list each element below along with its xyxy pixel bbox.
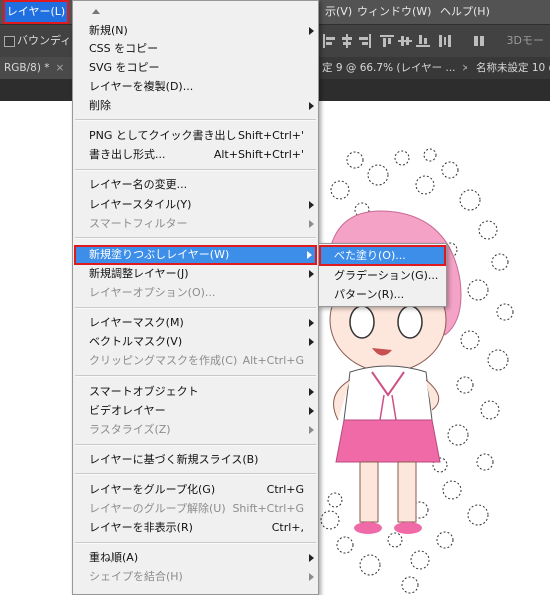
menu-view-partial[interactable]: 示(V): [325, 0, 352, 24]
menu-item-new-layer-based-slice[interactable]: レイヤーに基づく新規スライス(B): [73, 451, 318, 469]
tab-document-1[interactable]: RGB/8) * ×: [0, 57, 76, 79]
menu-item-delete[interactable]: 削除: [73, 97, 318, 115]
submenu-arrow-icon: [309, 573, 314, 581]
submenu-arrow-icon: [309, 388, 314, 396]
menu-separator: [75, 375, 316, 377]
submenu-arrow-icon: [309, 201, 314, 209]
submenu-arrow-icon: [309, 319, 314, 327]
menu-separator: [75, 169, 316, 171]
menu-item-layer-options: レイヤーオプション(O)...: [89, 286, 216, 299]
auto-align-icon[interactable]: [472, 34, 486, 48]
bounding-checkbox[interactable]: [4, 36, 15, 47]
menu-item-create-clipping-mask: クリッピングマスクを作成(C) Alt+Ctrl+G: [89, 354, 304, 367]
menu-item-smart-object[interactable]: スマートオブジェクト: [73, 383, 318, 401]
menu-item-rename-layer[interactable]: レイヤー名の変更...: [73, 176, 318, 194]
menu-separator: [75, 542, 316, 544]
menu-item-quick-export-png[interactable]: PNG としてクイック書き出し Shift+Ctrl+': [73, 127, 318, 145]
submenu-arrow-icon: [309, 554, 314, 562]
menu-item-smart-filter: スマートフィルター: [73, 215, 318, 233]
menu-item-export-as[interactable]: 書き出し形式... Alt+Shift+Ctrl+': [73, 146, 318, 164]
submenu-arrow-icon: [309, 407, 314, 415]
submenu-arrow-icon: [309, 220, 314, 228]
close-icon[interactable]: ×: [462, 62, 467, 74]
3d-mode-label[interactable]: 3Dモー: [507, 32, 544, 48]
tab-document-3[interactable]: 名称未設定 10 @: [470, 57, 550, 79]
tab-document-2-label: 定 9 @ 66.7% (レイヤー ...: [322, 62, 456, 74]
tab-document-1-label: RGB/8) *: [4, 62, 50, 74]
fill-layer-submenu: べた塗り(O)... グラデーション(G)... パターン(R)...: [318, 243, 447, 307]
submenu-arrow-icon: [309, 102, 314, 110]
menu-separator: [75, 237, 316, 239]
menu-item-new-fill-layer[interactable]: 新規塗りつぶしレイヤー(W): [74, 245, 317, 265]
menu-item-ungroup-layers: レイヤーのグループ解除(U) Shift+Ctrl+G: [89, 502, 304, 515]
menu-layer[interactable]: レイヤー(L): [3, 0, 69, 24]
distribute-bottom-icon[interactable]: [416, 34, 430, 48]
submenu-arrow-icon: [307, 251, 312, 259]
menu-item-arrange[interactable]: 重ね順(A): [73, 549, 318, 567]
menu-item-rasterize: ラスタライズ(Z): [73, 421, 318, 439]
menu-item-layer-style[interactable]: レイヤースタイル(Y): [73, 196, 318, 214]
menu-item-video-layer[interactable]: ビデオレイヤー: [73, 402, 318, 420]
distribute-spacing-icon[interactable]: [438, 34, 452, 48]
menu-item-layer-mask[interactable]: レイヤーマスク(M): [73, 314, 318, 332]
menu-separator: [75, 473, 316, 475]
distribute-middle-icon[interactable]: [398, 34, 412, 48]
submenu-arrow-icon: [309, 270, 314, 278]
menu-item-copy-svg[interactable]: SVG をコピー: [73, 59, 318, 77]
menu-item-new-adjustment-layer[interactable]: 新規調整レイヤー(J): [73, 265, 318, 283]
menu-item-duplicate-layer[interactable]: レイヤーを複製(D)...: [73, 78, 318, 96]
menu-item-hide-layers[interactable]: レイヤーを非表示(R) Ctrl+,: [73, 519, 318, 537]
align-left-icon[interactable]: [322, 34, 336, 48]
layer-menu-dropdown: 新規(N) CSS をコピー SVG をコピー レイヤーを複製(D)... 削除…: [72, 0, 319, 595]
menu-separator: [75, 119, 316, 121]
menu-item-combine-shapes: シェイプを結合(H): [73, 568, 318, 586]
submenu-arrow-icon: [309, 338, 314, 346]
distribute-top-icon[interactable]: [380, 34, 394, 48]
close-icon[interactable]: ×: [56, 62, 65, 74]
submenu-item-solid-color[interactable]: べた塗り(O)...: [319, 245, 446, 266]
tab-document-2[interactable]: 定 9 @ 66.7% (レイヤー ... ×: [318, 57, 467, 79]
submenu-item-pattern[interactable]: パターン(R)...: [320, 285, 445, 304]
menu-help[interactable]: ヘルプ(H): [440, 0, 490, 24]
menu-item-new[interactable]: 新規(N): [73, 22, 318, 40]
submenu-arrow-icon: [309, 426, 314, 434]
tab-document-3-label: 名称未設定 10 @: [476, 62, 550, 74]
submenu-item-gradient[interactable]: グラデーション(G)...: [320, 266, 445, 285]
menu-window[interactable]: ウィンドウ(W): [357, 0, 431, 24]
align-center-icon[interactable]: [340, 34, 354, 48]
menu-item-vector-mask[interactable]: ベクトルマスク(V): [73, 333, 318, 351]
align-right-icon[interactable]: [358, 34, 372, 48]
scroll-up-icon[interactable]: [92, 9, 100, 14]
menu-separator: [75, 307, 316, 309]
submenu-arrow-icon: [309, 27, 314, 35]
menu-item-copy-css[interactable]: CSS をコピー: [73, 40, 318, 58]
menu-separator: [75, 444, 316, 446]
menu-item-group-layers[interactable]: レイヤーをグループ化(G) Ctrl+G: [73, 481, 318, 499]
